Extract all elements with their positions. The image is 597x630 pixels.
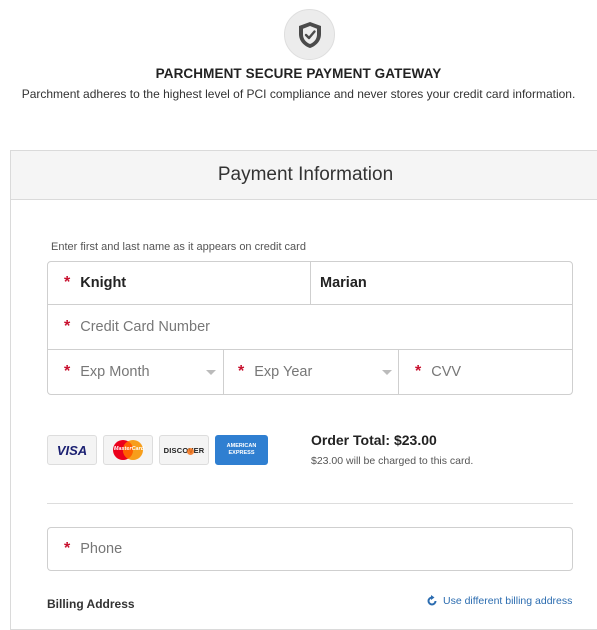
card-number-placeholder: Credit Card Number <box>80 319 210 335</box>
amex-card-icon: AMERICAN EXPRESS <box>215 435 268 465</box>
shield-check-icon <box>284 9 335 60</box>
last-name-field[interactable]: * Knight <box>47 261 311 305</box>
exp-month-select[interactable]: * Exp Month <box>47 349 224 395</box>
order-total: Order Total: $23.00 <box>311 432 437 448</box>
required-marker: * <box>238 363 245 380</box>
phone-placeholder: Phone <box>80 541 123 557</box>
required-marker: * <box>64 540 71 557</box>
first-name-field[interactable]: Marian <box>310 261 573 305</box>
payment-panel-title: Payment Information <box>10 150 597 200</box>
refresh-icon <box>427 595 437 606</box>
phone-field[interactable]: * Phone <box>47 527 573 571</box>
gateway-subtitle: Parchment adheres to the highest level o… <box>21 87 576 101</box>
use-different-billing-link[interactable]: Use different billing address <box>426 595 572 607</box>
last-name-value: Knight <box>80 275 127 291</box>
billing-address-label: Billing Address <box>47 597 135 611</box>
required-marker: * <box>64 318 71 335</box>
cvv-placeholder: CVV <box>431 364 462 380</box>
visa-card-icon: VISA <box>47 435 97 465</box>
exp-year-placeholder: Exp Year <box>254 364 313 380</box>
discover-dot-icon <box>187 448 194 455</box>
card-number-field[interactable]: * Credit Card Number <box>47 304 573 350</box>
cvv-field[interactable]: * CVV <box>398 349 573 395</box>
exp-year-select[interactable]: * Exp Year <box>223 349 399 395</box>
divider <box>47 503 573 504</box>
chevron-down-icon <box>382 370 392 375</box>
required-marker: * <box>415 363 422 380</box>
gateway-title: PARCHMENT SECURE PAYMENT GATEWAY <box>155 66 442 81</box>
required-marker: * <box>64 363 71 380</box>
order-charge-note: $23.00 will be charged to this card. <box>311 455 474 467</box>
chevron-down-icon <box>206 370 216 375</box>
exp-month-placeholder: Exp Month <box>80 364 150 380</box>
discover-card-icon: DISCOVER <box>159 435 209 465</box>
required-marker: * <box>64 274 71 291</box>
mastercard-card-icon: MasterCard <box>103 435 153 465</box>
name-hint: Enter first and last name as it appears … <box>51 241 306 253</box>
first-name-value: Marian <box>320 275 367 291</box>
